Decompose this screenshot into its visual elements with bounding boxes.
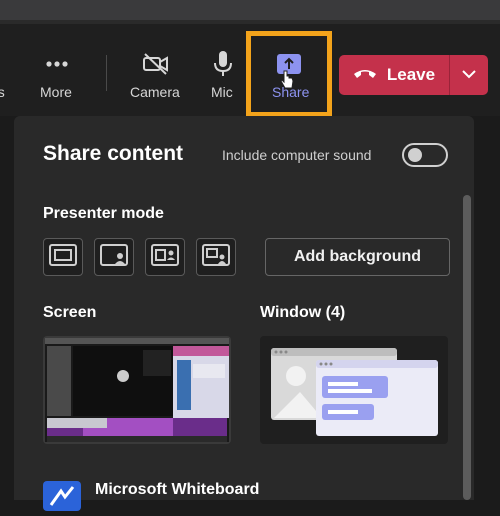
- content-only-icon: [49, 243, 77, 271]
- camera-label: Camera: [130, 84, 180, 100]
- more-button[interactable]: More: [36, 24, 78, 116]
- screen-share-option[interactable]: [43, 336, 231, 444]
- leave-button-group: Leave: [339, 55, 488, 95]
- include-sound-label: Include computer sound: [222, 147, 372, 163]
- mic-label: Mic: [211, 84, 233, 100]
- reporter-icon: [202, 243, 230, 271]
- leave-button[interactable]: Leave: [339, 55, 449, 95]
- phone-hangup-icon: [353, 65, 377, 85]
- panel-title: Share content: [43, 142, 184, 165]
- toolbar-separator: [106, 55, 107, 91]
- whiteboard-icon: [43, 481, 81, 511]
- toolbar-item-partial[interactable]: ns: [0, 24, 10, 116]
- window-share-option[interactable]: [260, 336, 448, 444]
- more-icon: [45, 50, 69, 78]
- toolbar-partial-label: ns: [0, 84, 5, 100]
- screen-heading: Screen: [43, 304, 97, 321]
- include-sound-toggle[interactable]: [402, 143, 448, 167]
- mic-button[interactable]: Mic: [208, 24, 238, 116]
- presenter-mode-reporter[interactable]: [196, 238, 236, 276]
- toggle-knob: [408, 148, 422, 162]
- screen-preview-thumbnail: [43, 336, 231, 444]
- standout-icon: [100, 243, 128, 271]
- presenter-mode-side-by-side[interactable]: [145, 238, 185, 276]
- panel-scrollbar[interactable]: [463, 195, 471, 500]
- presenter-mode-heading: Presenter mode: [43, 205, 164, 222]
- add-background-button[interactable]: Add background: [265, 238, 450, 276]
- mic-icon: [211, 50, 235, 78]
- camera-off-icon: [142, 50, 170, 78]
- whiteboard-option[interactable]: Microsoft Whiteboard: [95, 481, 259, 499]
- more-label: More: [40, 84, 72, 100]
- chevron-down-icon: [461, 66, 477, 84]
- window-heading: Window (4): [260, 304, 346, 321]
- presenter-mode-content-only[interactable]: [43, 238, 83, 276]
- side-by-side-icon: [151, 243, 179, 271]
- window-preview-illustration: [271, 348, 438, 436]
- camera-button[interactable]: Camera: [128, 24, 184, 116]
- presenter-mode-standout[interactable]: [94, 238, 134, 276]
- window-top-bar: [0, 0, 500, 20]
- leave-label: Leave: [386, 65, 436, 84]
- leave-options-button[interactable]: [450, 55, 488, 95]
- share-highlight-box: [246, 31, 332, 117]
